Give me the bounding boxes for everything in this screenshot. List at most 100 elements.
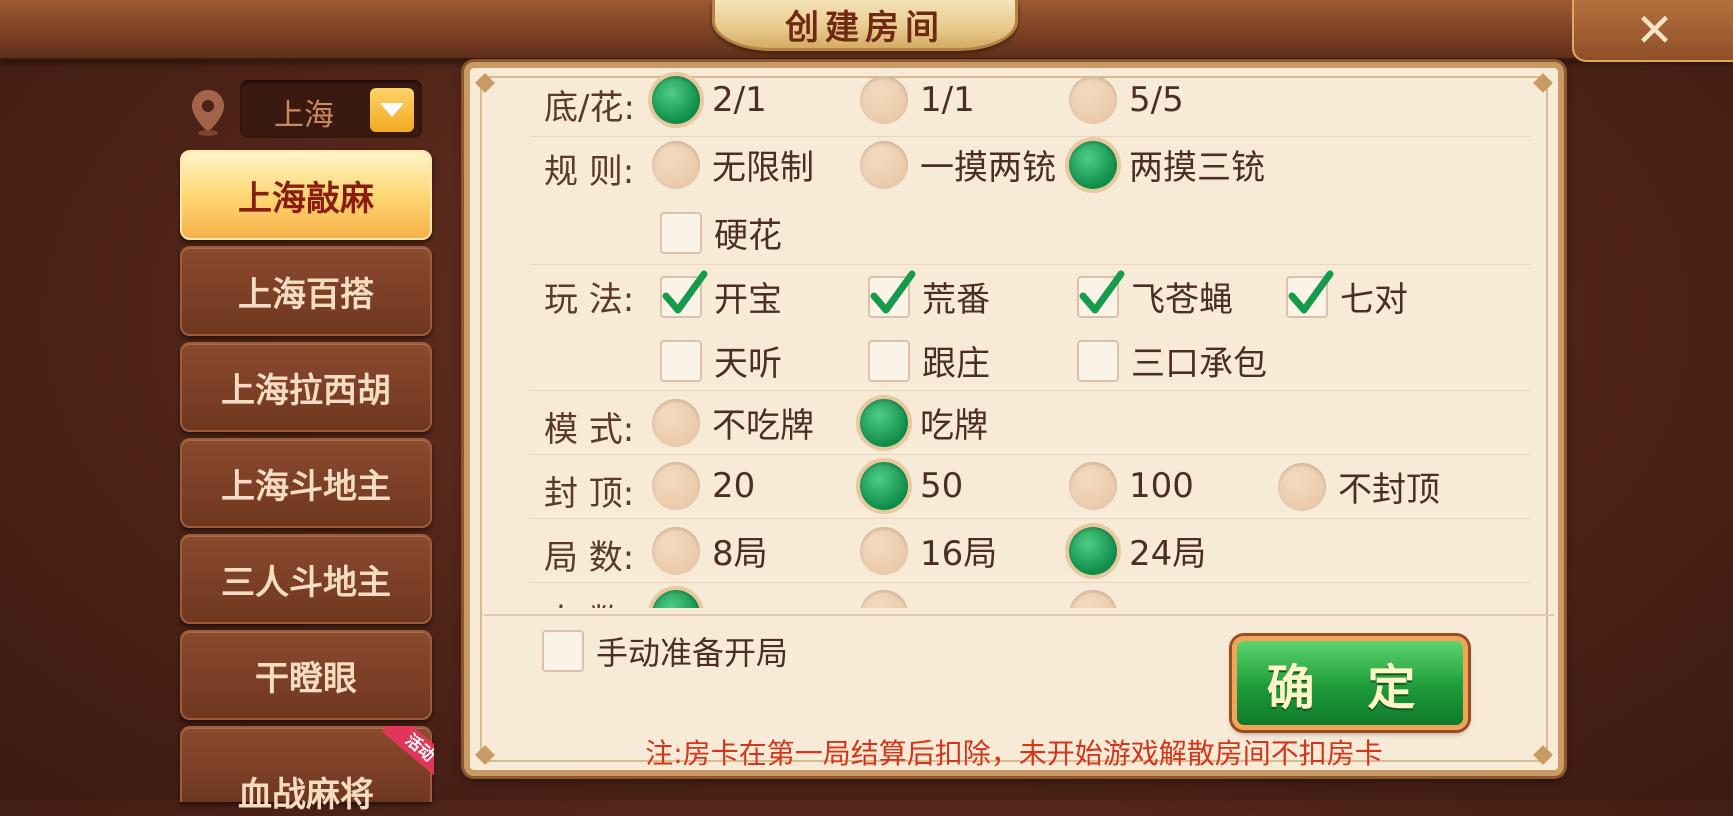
game-tab-xuezhan-mahjong[interactable]: 血战麻将 活动: [180, 726, 434, 815]
check-sankouchengbao[interactable]: 三口承包: [1073, 336, 1267, 385]
option-label: 1/1: [920, 80, 975, 120]
top-bar: 创建房间 ✕: [0, 0, 1733, 62]
radio-base-1-1[interactable]: 1/1: [860, 76, 975, 124]
check-qidui[interactable]: 七对: [1282, 270, 1408, 321]
radio-rounds-16[interactable]: 16局: [860, 526, 997, 575]
divider: [530, 582, 1530, 583]
option-label: 无限制: [712, 148, 814, 188]
region-value: 上海: [274, 98, 334, 133]
option-label: 吃牌: [920, 406, 988, 446]
radio-unselected: [860, 140, 908, 189]
option-label: 跟庄: [922, 344, 990, 384]
checkbox-unchecked: [868, 339, 910, 382]
radio-players-second[interactable]: [860, 590, 908, 608]
game-tab-shanghai-qiaoma[interactable]: 上海敲麻: [180, 150, 432, 240]
option-label: 一摸两铳: [920, 148, 1056, 188]
check-huangfan[interactable]: 荒番: [864, 270, 990, 321]
checkbox-checked: [1286, 270, 1334, 318]
radio-base-2-1[interactable]: 2/1: [652, 76, 767, 124]
game-tab-three-doudizhu[interactable]: 三人斗地主: [180, 534, 432, 624]
row-label-cap: 封 顶:: [544, 474, 635, 514]
radio-selected: [1069, 526, 1117, 575]
radio-unselected: [1069, 462, 1117, 510]
option-label: 16局: [920, 534, 998, 574]
manual-ready-label: 手动准备开局: [596, 634, 789, 672]
radio-players-third[interactable]: [1069, 590, 1117, 608]
check-hard-flower[interactable]: 硬花: [656, 208, 782, 257]
option-label: 2/1: [712, 80, 767, 120]
radio-selected: [652, 76, 700, 124]
radio-cap-100[interactable]: 100: [1069, 462, 1194, 510]
radio-unselected: [652, 526, 700, 575]
radio-cap-20[interactable]: 20: [652, 462, 755, 510]
radio-mode-chi[interactable]: 吃牌: [860, 398, 988, 447]
check-kaibao[interactable]: 开宝: [656, 270, 782, 321]
option-label: 5/5: [1129, 80, 1184, 120]
activity-badge-text: 活动: [381, 726, 434, 778]
checkbox-checked: [868, 270, 916, 318]
confirm-button[interactable]: 确 定: [1232, 636, 1468, 730]
radio-cap-50[interactable]: 50: [860, 462, 963, 510]
game-tab-gandengyan[interactable]: 干瞪眼: [180, 630, 432, 720]
checkbox-unchecked: [660, 339, 702, 382]
radio-unselected: [652, 462, 700, 510]
check-feicangying[interactable]: 飞苍蝇: [1073, 270, 1233, 321]
game-tab-label: 血战麻将: [238, 775, 374, 815]
close-button[interactable]: ✕: [1572, 0, 1733, 62]
close-icon: ✕: [1635, 3, 1674, 57]
radio-rules-unlimited[interactable]: 无限制: [652, 140, 814, 189]
game-tab-label: 上海敲麻: [238, 178, 374, 219]
radio-unselected: [860, 76, 908, 124]
check-genzhuang[interactable]: 跟庄: [864, 336, 990, 385]
radio-rules-one-two[interactable]: 一摸两铳: [860, 140, 1056, 189]
option-label: 50: [920, 466, 964, 506]
option-label: 硬花: [714, 216, 782, 256]
row-label-players: 人 数:: [544, 594, 634, 608]
page-title: 创建房间: [785, 7, 945, 48]
radio-mode-no-chi[interactable]: 不吃牌: [652, 398, 814, 447]
radio-players-first[interactable]: [652, 590, 700, 608]
row-label-mode: 模 式:: [544, 410, 635, 450]
region-selector[interactable]: 上海: [240, 80, 422, 138]
checkmark-icon: [662, 270, 708, 313]
room-card-note: 注:房卡在第一局结算后扣除，未开始游戏解散房间不扣房卡: [645, 737, 1383, 770]
option-label: 天听: [714, 344, 782, 384]
radio-selected: [860, 462, 908, 510]
chevron-down-icon: [380, 103, 404, 117]
game-tab-label: 干瞪眼: [255, 658, 357, 699]
settings-scroll-area[interactable]: 底/花: 2/1 1/1 5/5 规 则: 无限制 一摸两铳 两摸三铳 硬花 玩…: [470, 68, 1558, 608]
region-dropdown-button[interactable]: [370, 88, 414, 132]
option-label: 20: [712, 466, 756, 506]
game-tab-shanghai-doudizhu[interactable]: 上海斗地主: [180, 438, 432, 528]
option-label: 开宝: [714, 280, 782, 320]
check-tianting[interactable]: 天听: [656, 336, 782, 385]
radio-rules-two-three[interactable]: 两摸三铳: [1069, 140, 1265, 189]
radio-unselected: [652, 140, 700, 189]
option-label: 飞苍蝇: [1131, 280, 1233, 320]
option-label: 两摸三铳: [1129, 148, 1265, 188]
radio-rounds-8[interactable]: 8局: [652, 526, 768, 575]
row-label-base: 底/花:: [544, 88, 635, 128]
game-tab-shanghai-laxihu[interactable]: 上海拉西胡: [180, 342, 432, 432]
divider: [530, 454, 1530, 455]
game-tab-shanghai-baida[interactable]: 上海百搭: [180, 246, 432, 336]
option-label: 不封顶: [1338, 470, 1440, 510]
row-label-rounds: 局 数:: [544, 538, 635, 578]
radio-cap-none[interactable]: 不封顶: [1278, 462, 1440, 511]
checkbox-checked: [660, 270, 708, 318]
radio-base-5-5[interactable]: 5/5: [1069, 76, 1184, 124]
confirm-button-label: 确 定: [1266, 660, 1434, 716]
title-plaque: 创建房间: [712, 0, 1018, 51]
game-tab-label: 上海斗地主: [221, 466, 391, 507]
divider: [530, 518, 1530, 519]
checkmark-icon: [870, 270, 916, 313]
divider: [530, 136, 1530, 137]
radio-rounds-24[interactable]: 24局: [1069, 526, 1206, 575]
manual-ready-checkbox[interactable]: 手动准备开局: [538, 628, 788, 674]
radio-unselected: [1278, 462, 1326, 511]
checkbox-unchecked: [542, 630, 584, 672]
divider: [530, 390, 1530, 391]
radio-selected: [860, 398, 908, 447]
radio-unselected: [1069, 76, 1117, 124]
radio-unselected: [860, 526, 908, 575]
